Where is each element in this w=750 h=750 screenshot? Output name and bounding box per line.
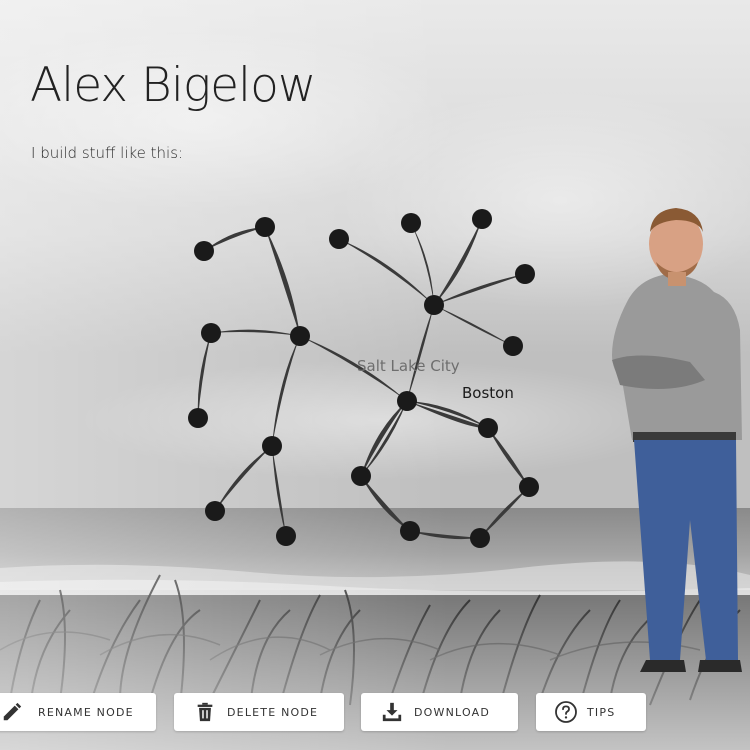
delete-node-button[interactable]: DELETE NODE <box>174 693 344 731</box>
graph-edge <box>407 305 434 401</box>
delete-node-label: DELETE NODE <box>227 705 319 719</box>
graph-node[interactable] <box>401 213 421 233</box>
graph-edge <box>434 274 525 305</box>
network-graph[interactable] <box>0 0 750 750</box>
download-label: DOWNLOAD <box>414 705 491 719</box>
graph-edge <box>272 336 300 446</box>
graph-node[interactable] <box>424 295 444 315</box>
graph-edge <box>215 446 272 511</box>
node-label-boston: Boston <box>462 384 514 402</box>
graph-edge <box>361 401 407 476</box>
graph-node[interactable] <box>519 477 539 497</box>
trash-icon <box>193 700 217 724</box>
graph-edge <box>211 329 300 336</box>
tips-label: TIPS <box>587 705 616 719</box>
graph-edge <box>339 239 434 305</box>
node-label-salt-lake-city: Salt Lake City <box>357 357 460 375</box>
graph-edge <box>361 476 410 531</box>
graph-edge <box>480 487 529 538</box>
graph-node[interactable] <box>194 241 214 261</box>
graph-edge <box>197 333 211 418</box>
graph-node[interactable] <box>515 264 535 284</box>
question-circle-icon <box>554 700 578 724</box>
graph-edge <box>488 428 529 487</box>
download-button[interactable]: DOWNLOAD <box>361 693 518 731</box>
graph-node[interactable] <box>400 521 420 541</box>
graph-node[interactable] <box>201 323 221 343</box>
graph-edge <box>434 305 513 346</box>
graph-node[interactable] <box>472 209 492 229</box>
graph-edge <box>272 446 286 536</box>
graph-node[interactable] <box>255 217 275 237</box>
graph-node[interactable] <box>470 528 490 548</box>
graph-node-boston[interactable] <box>478 418 498 438</box>
graph-nodes[interactable] <box>188 209 539 548</box>
graph-node[interactable] <box>351 466 371 486</box>
graph-node[interactable] <box>205 501 225 521</box>
graph-edge <box>361 401 407 476</box>
graph-edge <box>434 219 482 305</box>
graph-node[interactable] <box>262 436 282 456</box>
graph-edge <box>265 227 300 336</box>
graph-edge <box>407 401 488 429</box>
toolbar: RENAME NODE DELETE NODE DOWNLOAD TIPS <box>0 693 750 731</box>
graph-edges <box>197 219 529 540</box>
graph-edge <box>411 223 434 305</box>
rename-node-button[interactable]: RENAME NODE <box>0 693 156 731</box>
graph-node[interactable] <box>276 526 296 546</box>
graph-node-salt-lake-city[interactable] <box>397 391 417 411</box>
graph-node[interactable] <box>329 229 349 249</box>
pencil-icon <box>0 700 24 724</box>
graph-node[interactable] <box>290 326 310 346</box>
graph-edge <box>410 531 480 540</box>
page: Alex Bigelow I build stuff like this: Sa… <box>0 0 750 750</box>
download-icon <box>380 700 404 724</box>
graph-node[interactable] <box>188 408 208 428</box>
rename-node-label: RENAME NODE <box>38 705 134 719</box>
graph-node[interactable] <box>503 336 523 356</box>
tips-button[interactable]: TIPS <box>536 693 646 731</box>
